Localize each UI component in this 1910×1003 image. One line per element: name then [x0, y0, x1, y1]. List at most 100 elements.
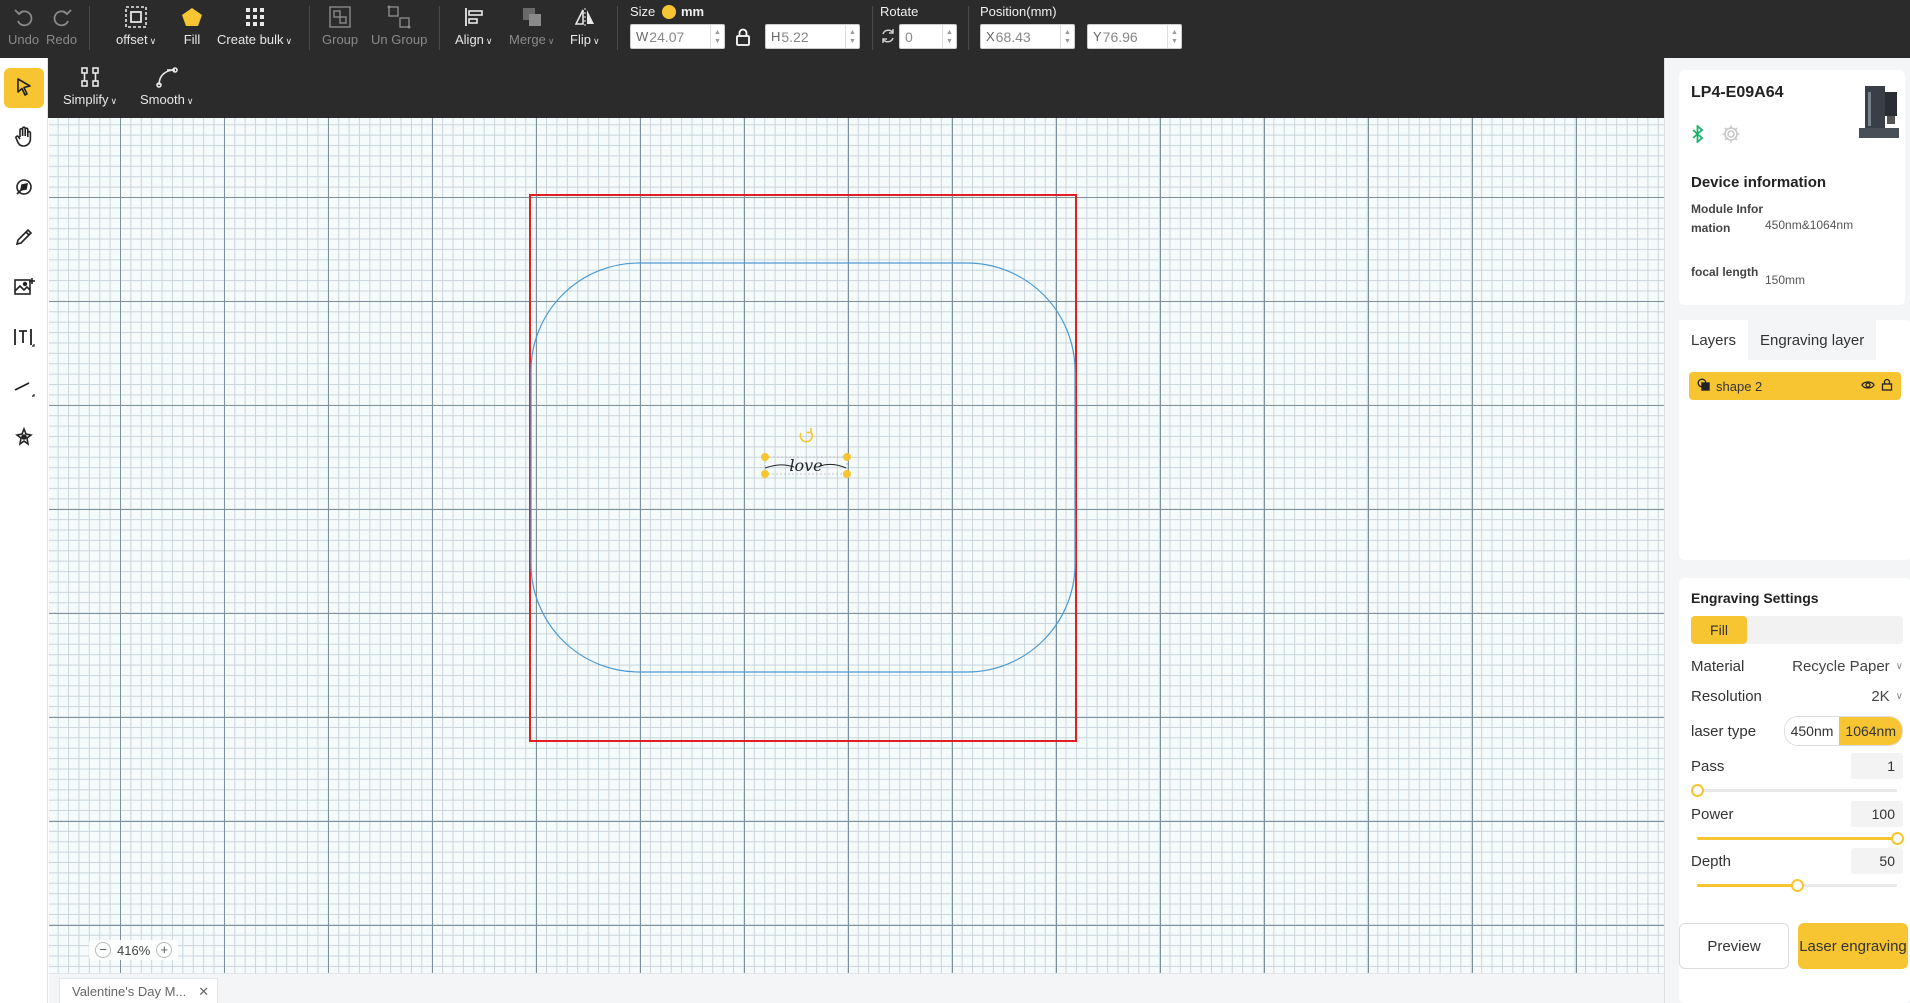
material-select[interactable]: Recycle Paper ∨: [1792, 658, 1903, 675]
height-input[interactable]: [781, 28, 842, 45]
tab-engraving-layer[interactable]: Engraving layer: [1748, 320, 1877, 360]
toolbar-divider: [872, 6, 873, 50]
group-icon: [328, 4, 352, 30]
tab-layers[interactable]: Layers: [1679, 320, 1749, 360]
device-info-title: Device information: [1691, 174, 1827, 191]
zoom-out-button[interactable]: −: [95, 942, 111, 958]
simplify-button[interactable]: Simplify ∨: [63, 64, 117, 112]
laser-option-450nm[interactable]: 450nm: [1784, 717, 1840, 745]
eye-icon[interactable]: [1861, 379, 1875, 394]
ungroup-icon: [387, 4, 411, 30]
laser-engraver-image: [1855, 82, 1903, 142]
depth-value[interactable]: 50: [1851, 848, 1903, 874]
laser-engraving-button[interactable]: Laser engraving: [1798, 923, 1908, 969]
smooth-label: Smooth ∨: [140, 92, 194, 107]
flip-button[interactable]: Flip ∨: [570, 4, 600, 52]
bluetooth-icon[interactable]: [1691, 123, 1705, 146]
fill-button[interactable]: Fill: [180, 4, 204, 52]
unit-toggle-icon[interactable]: [662, 5, 676, 19]
hand-tool[interactable]: [4, 118, 44, 158]
power-slider[interactable]: [1697, 831, 1904, 845]
device-status-icons: [1691, 123, 1741, 147]
group-button[interactable]: Group: [322, 4, 358, 52]
pencil-tool[interactable]: [4, 218, 44, 258]
slider-knob[interactable]: [1791, 879, 1804, 892]
mode-fill-button[interactable]: Fill: [1691, 616, 1747, 644]
slider-knob[interactable]: [1691, 784, 1704, 797]
lock-icon[interactable]: [1881, 378, 1893, 394]
rotate-field[interactable]: ▲▼: [899, 24, 957, 49]
rotate-input[interactable]: [905, 28, 941, 45]
material-row: Material Recycle Paper ∨: [1691, 658, 1903, 675]
document-tab[interactable]: Valentine's Day M... ✕: [59, 978, 219, 1003]
y-stepper[interactable]: ▲ ▼: [1167, 25, 1181, 48]
engraving-mode-bar: Fill: [1691, 616, 1903, 644]
x-field[interactable]: X ▲▼: [980, 24, 1075, 49]
select-tool[interactable]: [4, 68, 44, 108]
rotate-handle-icon[interactable]: [799, 428, 814, 443]
lock-icon[interactable]: [734, 27, 752, 50]
device-name: LP4-E09A64: [1691, 84, 1784, 101]
text-tool[interactable]: [4, 318, 44, 358]
resize-handle[interactable]: [843, 453, 851, 461]
x-stepper[interactable]: ▲ ▼: [1060, 25, 1074, 48]
line-tool[interactable]: [4, 368, 44, 408]
align-button[interactable]: Align ∨: [455, 4, 493, 52]
undo-button[interactable]: Undo: [8, 4, 39, 52]
zoom-in-button[interactable]: +: [156, 942, 173, 958]
simplify-label: Simplify ∨: [63, 92, 118, 107]
resolution-select[interactable]: 2K ∨: [1871, 688, 1903, 705]
smooth-button[interactable]: Smooth ∨: [140, 64, 193, 112]
line-icon: [13, 377, 35, 400]
y-input[interactable]: [1102, 28, 1163, 45]
layer-item[interactable]: shape 2: [1689, 372, 1901, 400]
height-field[interactable]: H ▲▼: [765, 24, 860, 49]
rotate-icon: [880, 28, 896, 47]
selected-text-object[interactable]: love: [761, 428, 851, 478]
resize-handle[interactable]: [761, 470, 769, 478]
width-stepper[interactable]: ▲ ▼: [710, 25, 724, 48]
rotate-stepper[interactable]: ▲ ▼: [942, 25, 956, 48]
resize-handle[interactable]: [761, 453, 769, 461]
resize-handle[interactable]: [843, 470, 851, 478]
right-panel: LP4-E09A64 Device information Module Inf…: [1664, 58, 1910, 1003]
pen-tool[interactable]: [4, 168, 44, 208]
merge-button[interactable]: Merge ∨: [509, 4, 554, 52]
redo-button[interactable]: Redo: [46, 4, 77, 52]
align-left-icon: [463, 4, 485, 30]
device-card: LP4-E09A64 Device information Module Inf…: [1679, 70, 1905, 305]
width-field[interactable]: W ▲▼: [630, 24, 725, 49]
zoom-level: 416%: [117, 942, 151, 958]
simplify-icon: [79, 64, 101, 90]
layers-panel: Layers Engraving layer shape 2: [1679, 320, 1910, 560]
width-input[interactable]: [649, 28, 710, 45]
preview-button[interactable]: Preview: [1679, 923, 1789, 969]
laser-type-row: laser type 450nm 1064nm: [1691, 716, 1903, 746]
pencil-icon: [14, 227, 34, 250]
gear-icon[interactable]: [1721, 124, 1741, 147]
pentagon-fill-icon: [180, 4, 204, 30]
image-tool[interactable]: [4, 268, 44, 308]
design-canvas[interactable]: love − 416% +: [49, 118, 1664, 973]
offset-icon: [124, 4, 148, 30]
slider-knob[interactable]: [1891, 832, 1904, 845]
power-value[interactable]: 100: [1851, 801, 1903, 827]
shape-layer-icon: [1697, 378, 1710, 394]
depth-slider[interactable]: [1697, 878, 1897, 892]
create-bulk-button[interactable]: Create bulk ∨: [217, 4, 292, 52]
toolbar-divider: [309, 6, 310, 50]
y-field[interactable]: Y ▲▼: [1087, 24, 1182, 49]
top-toolbar: Undo Redo offset ∨ Fill Create bulk ∨ Grou…: [0, 0, 1910, 58]
x-input[interactable]: [995, 28, 1056, 45]
close-icon[interactable]: ✕: [198, 984, 209, 1000]
pass-slider[interactable]: [1691, 783, 1897, 797]
flip-icon: [574, 4, 596, 30]
shapes-tool[interactable]: [4, 418, 44, 458]
pass-value[interactable]: 1: [1851, 753, 1903, 779]
offset-button[interactable]: offset ∨: [116, 4, 156, 52]
create-bulk-label: Create bulk ∨: [217, 32, 293, 47]
height-stepper[interactable]: ▲ ▼: [845, 25, 859, 48]
position-label: Position(mm): [980, 4, 1057, 19]
laser-option-1064nm[interactable]: 1064nm: [1839, 717, 1902, 745]
ungroup-button[interactable]: Un Group: [371, 4, 427, 52]
